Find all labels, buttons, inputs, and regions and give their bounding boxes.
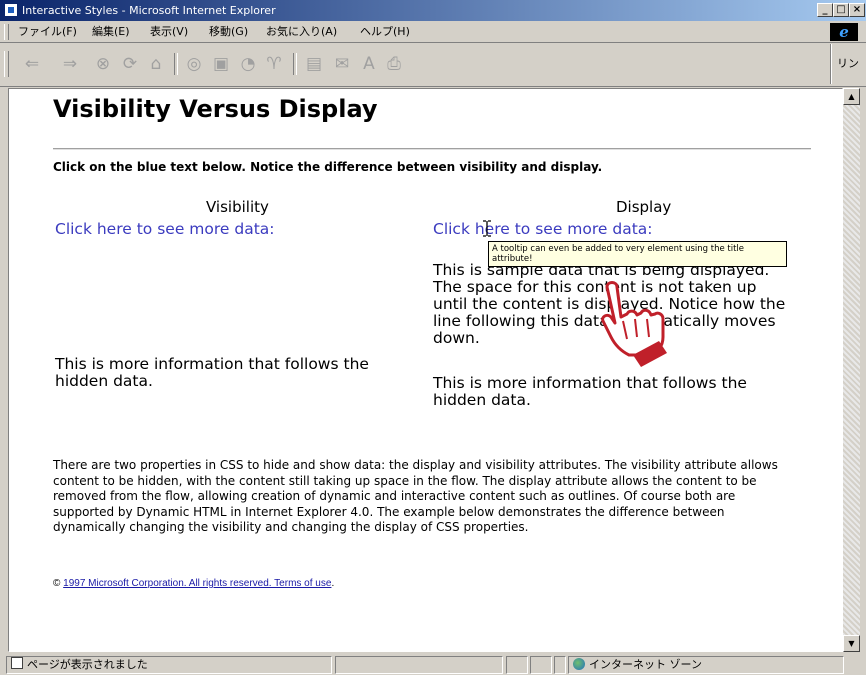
standard-toolbar: ⇐ ⇒ ⊗ ⟳ ⌂ ◎ ▣ ◔ ♈ ▤ ✉ A ⎙ [0, 43, 866, 87]
ie-logo-icon: e [830, 23, 858, 41]
mail-icon[interactable]: ✉ [330, 52, 354, 76]
toolbar-grip[interactable] [4, 51, 9, 77]
pointing-hand-cursor-icon [601, 281, 667, 367]
copyright-symbol: © [53, 578, 61, 589]
menu-file[interactable]: ファイル(F) [18, 21, 77, 43]
menu-view[interactable]: 表示(V) [150, 21, 188, 43]
toolbar-separator [174, 53, 178, 75]
refresh-icon[interactable]: ⟳ [118, 52, 142, 76]
display-toggle-link[interactable]: Click here to see more data: [433, 220, 653, 238]
display-heading: Display [616, 198, 672, 216]
status-pane [554, 656, 566, 674]
internet-zone-globe-icon [573, 658, 585, 670]
menu-bar: ファイル(F) 編集(E) 表示(V) 移動(G) お気に入り(A) ヘルプ(H… [0, 21, 866, 43]
vertical-scrollbar[interactable]: ▲ ▼ [843, 88, 860, 652]
back-icon[interactable]: ⇐ [20, 52, 44, 76]
channels-icon[interactable]: ♈ [262, 52, 286, 76]
horizontal-rule [53, 148, 811, 150]
document-viewport: Visibility Versus Display Click on the b… [8, 88, 843, 652]
ie-window-icon[interactable] [4, 3, 18, 17]
status-text: ページが表示されました [27, 658, 148, 671]
display-following-text: This is more information that follows th… [433, 374, 747, 409]
fullscreen-icon[interactable]: ▤ [302, 52, 326, 76]
home-icon[interactable]: ⌂ [144, 52, 168, 76]
history-icon[interactable]: ◔ [236, 52, 260, 76]
status-text-pane: ページが表示されました [6, 656, 332, 674]
menu-help[interactable]: ヘルプ(H) [360, 21, 410, 43]
tooltip: A tooltip can even be added to very elem… [488, 241, 787, 267]
status-progress-pane [335, 656, 503, 674]
i-beam-cursor-icon [483, 220, 491, 237]
visibility-heading: Visibility [206, 198, 269, 216]
print-icon[interactable]: ⎙ [382, 52, 406, 76]
favorites-icon[interactable]: ▣ [209, 52, 233, 76]
visibility-following-text: This is more information that follows th… [55, 355, 369, 390]
copyright-link[interactable]: 1997 Microsoft Corporation. All rights r… [63, 578, 331, 589]
copyright-period: . [331, 578, 335, 589]
maximize-button[interactable]: □ [833, 3, 849, 17]
zone-text: インターネット ゾーン [589, 658, 702, 671]
status-zone-pane: インターネット ゾーン [568, 656, 844, 674]
page-title: Visibility Versus Display [53, 95, 378, 123]
page-status-icon [11, 657, 23, 669]
title-bar: Interactive Styles - Microsoft Internet … [0, 0, 866, 21]
toolbar-separator [293, 53, 297, 75]
forward-icon[interactable]: ⇒ [58, 52, 82, 76]
window-title: Interactive Styles - Microsoft Internet … [22, 4, 276, 17]
status-pane [506, 656, 528, 674]
close-button[interactable]: × [849, 3, 865, 17]
menu-grip[interactable] [4, 24, 9, 40]
scroll-up-button[interactable]: ▲ [843, 88, 860, 105]
description-paragraph: There are two properties in CSS to hide … [53, 458, 778, 534]
menu-go[interactable]: 移動(G) [209, 21, 248, 43]
stop-icon[interactable]: ⊗ [91, 52, 115, 76]
links-toolbar-label[interactable]: リンク [830, 44, 866, 110]
menu-edit[interactable]: 編集(E) [92, 21, 130, 43]
minimize-button[interactable]: _ [817, 3, 833, 17]
scroll-down-button[interactable]: ▼ [843, 635, 860, 652]
visibility-toggle-link[interactable]: Click here to see more data: [55, 220, 275, 238]
menu-favorites[interactable]: お気に入り(A) [266, 21, 337, 43]
status-bar: ページが表示されました インターネット ゾーン [0, 652, 866, 675]
instruction-text: Click on the blue text below. Notice the… [53, 160, 603, 174]
copyright-line: © 1997 Microsoft Corporation. All rights… [53, 578, 334, 589]
status-pane [530, 656, 552, 674]
font-icon[interactable]: A [357, 52, 381, 76]
search-icon[interactable]: ◎ [182, 52, 206, 76]
